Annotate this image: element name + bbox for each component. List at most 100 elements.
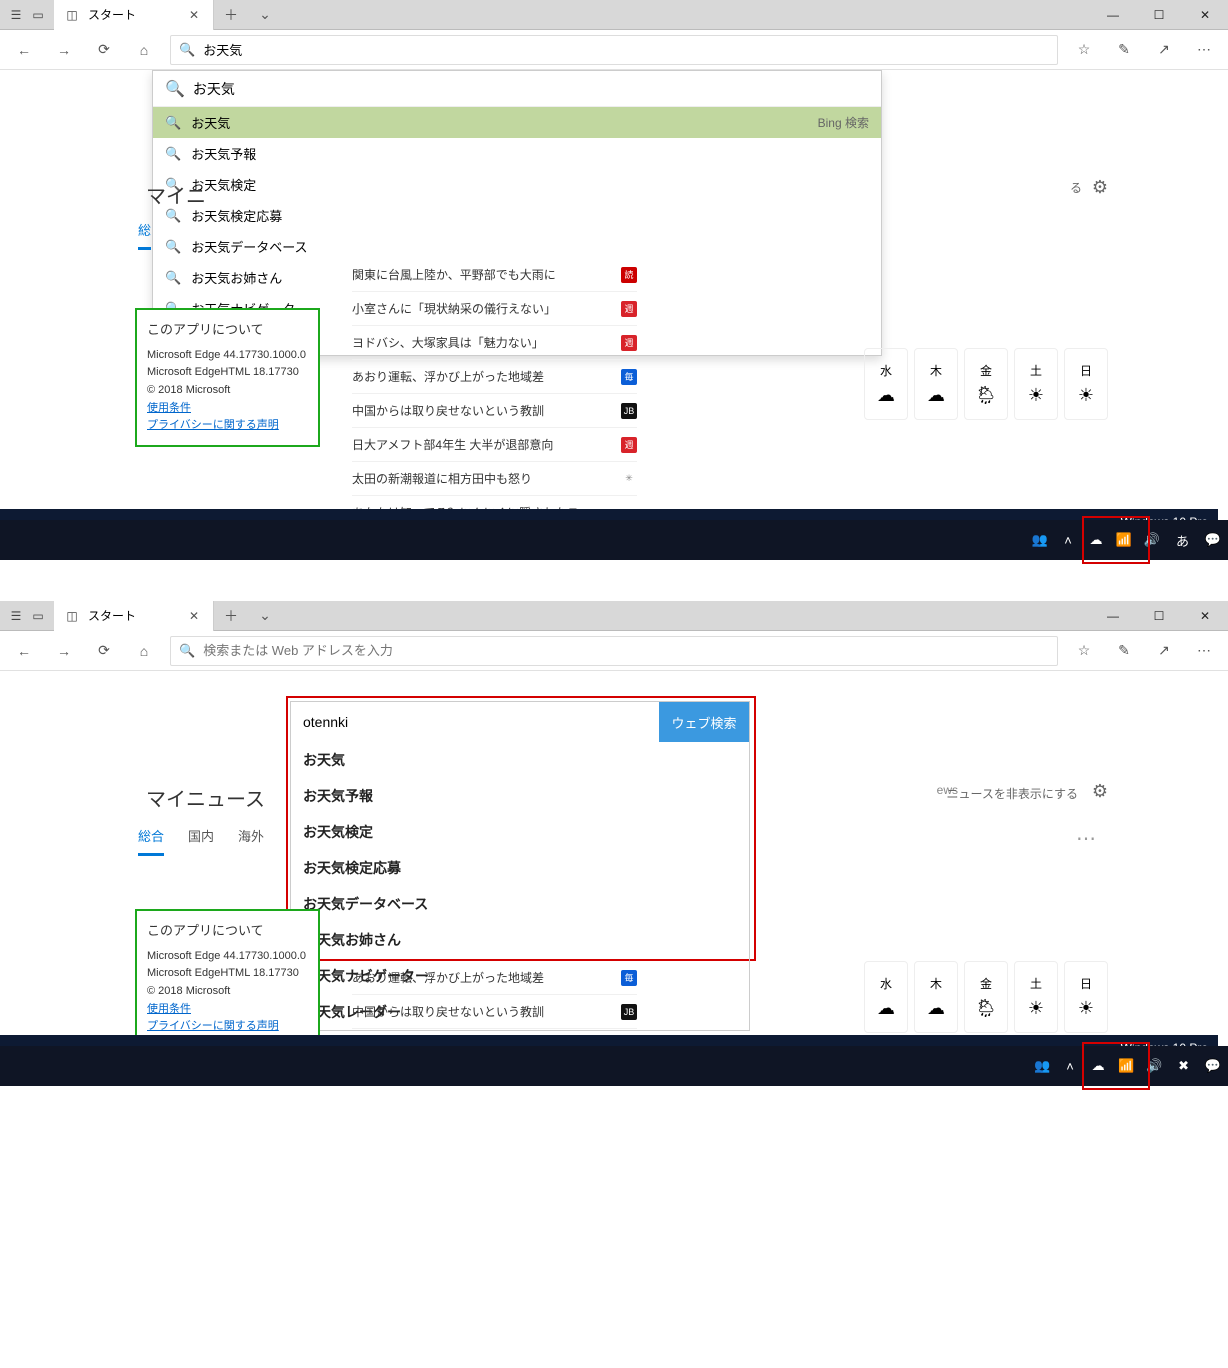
browser-tab[interactable]: ◫ スタート ✕ (54, 0, 214, 30)
onedrive-icon[interactable]: ☁ (1087, 532, 1105, 548)
tab-sougou[interactable]: 総 (138, 220, 151, 250)
people-icon[interactable]: 👥 (1033, 1058, 1051, 1074)
network-icon[interactable]: 📶 (1115, 532, 1133, 548)
sidebar-icon[interactable]: ☰ (8, 608, 24, 624)
news-item[interactable]: あおり運転、浮かび上がった地域差毎 (352, 360, 637, 394)
news-item[interactable]: 太田の新潮報道に相方田中も怒り✳ (352, 462, 637, 496)
tabs-icon[interactable]: ▭ (30, 608, 46, 624)
tab-menu-chevron[interactable]: ⌄ (248, 0, 282, 30)
volume-icon[interactable]: 🔊 (1145, 1058, 1163, 1074)
tab-sougou[interactable]: 総合 (138, 826, 164, 856)
more-button[interactable]: ⋯ (1190, 637, 1218, 665)
address-bar[interactable]: 🔍 (170, 35, 1058, 65)
privacy-link[interactable]: プライバシーに関する声明 (147, 1020, 279, 1032)
address-bar[interactable]: 🔍 (170, 636, 1058, 666)
search-icon: 🔍 (165, 115, 181, 131)
news-item[interactable]: 関東に台風上陸か、平野部でも大雨に読 (352, 258, 637, 292)
search-icon: 🔍 (165, 239, 181, 255)
news-item[interactable]: 中国からは取り戻せないという教訓JB (352, 995, 637, 1029)
tabs-icon[interactable]: ▭ (30, 7, 46, 23)
suggestion-item[interactable]: お天気検定応募 (291, 850, 749, 886)
maximize-button[interactable]: ☐ (1136, 601, 1182, 631)
network-icon[interactable]: 📶 (1117, 1058, 1135, 1074)
weather-day[interactable]: 日☀ (1064, 961, 1108, 1033)
weather-day[interactable]: 木☁ (914, 961, 958, 1033)
address-input[interactable] (203, 42, 1049, 57)
refresh-button[interactable]: ⟳ (90, 637, 118, 665)
ime-indicator[interactable]: ✖ (1173, 1055, 1194, 1077)
weather-day[interactable]: 木☁ (914, 348, 958, 420)
weather-day[interactable]: 水☁ (864, 348, 908, 420)
minimize-button[interactable]: — (1090, 601, 1136, 631)
volume-icon[interactable]: 🔊 (1143, 532, 1161, 548)
weather-day[interactable]: 日☀ (1064, 348, 1108, 420)
home-button[interactable]: ⌂ (130, 36, 158, 64)
share-button[interactable]: ↗ (1150, 36, 1178, 64)
close-button[interactable]: ✕ (1182, 0, 1228, 30)
back-button[interactable]: ← (10, 36, 38, 64)
tray-chevron-icon[interactable]: ˄ (1059, 533, 1077, 548)
forward-button[interactable]: → (50, 36, 78, 64)
suggestion-item[interactable]: お天気データベース (291, 886, 749, 922)
weather-day[interactable]: 土☀ (1014, 961, 1058, 1033)
onedrive-icon[interactable]: ☁ (1089, 1058, 1107, 1074)
home-button[interactable]: ⌂ (130, 637, 158, 665)
back-button[interactable]: ← (10, 637, 38, 665)
close-button[interactable]: ✕ (1182, 601, 1228, 631)
minimize-button[interactable]: — (1090, 0, 1136, 30)
web-search-button[interactable]: ウェブ検索 (659, 702, 749, 742)
weather-day[interactable]: 金🌦 (964, 961, 1008, 1033)
hide-news-label[interactable]: ニュースを非表示にする (946, 785, 1078, 802)
tray-chevron-icon[interactable]: ˄ (1061, 1059, 1079, 1074)
refresh-button[interactable]: ⟳ (90, 36, 118, 64)
suggestion-search-input[interactable] (193, 81, 869, 97)
sidebar-icon[interactable]: ☰ (8, 7, 24, 23)
more-button[interactable]: ⋯ (1190, 36, 1218, 64)
tab-menu-chevron[interactable]: ⌄ (248, 601, 282, 631)
terms-link[interactable]: 使用条件 (147, 1003, 191, 1015)
settings-gear-icon[interactable]: ⚙ (1092, 781, 1108, 802)
terms-link[interactable]: 使用条件 (147, 402, 191, 414)
privacy-link[interactable]: プライバシーに関する声明 (147, 419, 279, 431)
suggestion-item[interactable]: 🔍お天気Bing 検索 (153, 107, 881, 138)
notes-button[interactable]: ✎ (1110, 637, 1138, 665)
taskbar[interactable]: 👥 ˄ ☁ 📶 🔊 あ 💬 (0, 520, 1228, 560)
news-item[interactable]: 日大アメフト部4年生 大半が退部意向週 (352, 428, 637, 462)
weather-day[interactable]: 水☁ (864, 961, 908, 1033)
weather-day[interactable]: 土☀ (1014, 348, 1058, 420)
action-center-icon[interactable]: 💬 (1204, 1058, 1222, 1074)
web-search-input[interactable] (291, 702, 659, 742)
notes-button[interactable]: ✎ (1110, 36, 1138, 64)
favorites-button[interactable]: ☆ (1070, 637, 1098, 665)
tab-kaigai[interactable]: 海外 (238, 826, 264, 856)
share-button[interactable]: ↗ (1150, 637, 1178, 665)
taskbar[interactable]: 👥 ˄ ☁ 📶 🔊 ✖ 💬 (0, 1046, 1228, 1086)
suggestion-item[interactable]: 🔍お天気予報 (153, 138, 881, 169)
news-more-button[interactable]: ⋯ (1076, 826, 1098, 851)
news-item[interactable]: あおり運転、浮かび上がった地域差毎 (352, 961, 637, 995)
settings-gear-icon[interactable]: ⚙ (1092, 177, 1108, 198)
tab-close-button[interactable]: ✕ (185, 8, 203, 22)
favorites-button[interactable]: ☆ (1070, 36, 1098, 64)
news-item[interactable]: 小室さんに「現状納采の儀行えない」週 (352, 292, 637, 326)
suggestion-item[interactable]: お天気検定 (291, 814, 749, 850)
forward-button[interactable]: → (50, 637, 78, 665)
tab-kokunai[interactable]: 国内 (188, 826, 214, 856)
people-icon[interactable]: 👥 (1031, 532, 1049, 548)
browser-tab[interactable]: ◫ スタート ✕ (54, 601, 214, 631)
weather-day[interactable]: 金🌦 (964, 348, 1008, 420)
news-item[interactable]: ヨドバシ、大塚家具は「魅力ない」週 (352, 326, 637, 360)
suggestion-item[interactable]: 🔍お天気検定応募 (153, 200, 881, 231)
new-tab-button[interactable]: ＋ (214, 0, 248, 30)
action-center-icon[interactable]: 💬 (1204, 532, 1222, 548)
maximize-button[interactable]: ☐ (1136, 0, 1182, 30)
news-item[interactable]: 中国からは取り戻せないという教訓JB (352, 394, 637, 428)
ime-indicator[interactable]: あ (1171, 528, 1194, 553)
suggestion-item[interactable]: お天気予報 (291, 778, 749, 814)
suggestion-item[interactable]: 🔍お天気検定 (153, 169, 881, 200)
new-tab-button[interactable]: ＋ (214, 601, 248, 631)
tab-close-button[interactable]: ✕ (185, 609, 203, 623)
suggestion-item[interactable]: お天気お姉さん (291, 922, 749, 958)
address-input[interactable] (203, 643, 1049, 658)
suggestion-item[interactable]: お天気 (291, 742, 749, 778)
